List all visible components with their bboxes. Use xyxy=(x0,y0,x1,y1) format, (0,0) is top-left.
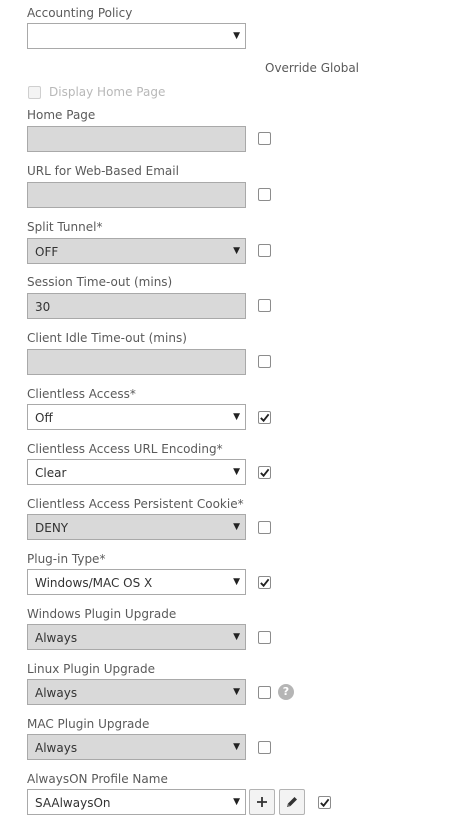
web-email-override-checkbox[interactable] xyxy=(258,188,271,201)
session-timeout-label: Session Time-out (mins) xyxy=(27,275,173,289)
display-home-page-checkbox[interactable] xyxy=(28,86,41,99)
chevron-down-icon: ▼ xyxy=(233,797,240,807)
chevron-down-icon: ▼ xyxy=(233,467,240,477)
alwayson-profile-select[interactable]: SAAlwaysOn ▼ xyxy=(27,789,246,815)
session-timeout-override-checkbox[interactable] xyxy=(258,299,271,312)
display-home-page-label: Display Home Page xyxy=(49,85,166,99)
home-page-override-checkbox[interactable] xyxy=(258,132,271,145)
alwayson-profile-override-checkbox[interactable] xyxy=(318,796,331,809)
linux-plugin-upgrade-select[interactable]: Always ▼ xyxy=(27,679,246,705)
checkmark-icon xyxy=(260,468,270,478)
web-email-label: URL for Web-Based Email xyxy=(27,164,179,178)
plus-icon xyxy=(257,797,267,807)
alwayson-profile-label: AlwaysON Profile Name xyxy=(27,772,168,786)
clientless-access-label: Clientless Access* xyxy=(27,387,136,401)
linux-plugin-upgrade-label: Linux Plugin Upgrade xyxy=(27,662,155,676)
accounting-policy-label: Accounting Policy xyxy=(27,6,133,20)
chevron-down-icon: ▼ xyxy=(233,742,240,752)
clientless-persistent-cookie-select[interactable]: DENY ▼ xyxy=(27,514,246,540)
client-idle-timeout-override-checkbox[interactable] xyxy=(258,355,271,368)
override-global-header: Override Global xyxy=(265,61,360,75)
chevron-down-icon: ▼ xyxy=(233,412,240,422)
mac-plugin-upgrade-select[interactable]: Always ▼ xyxy=(27,734,246,760)
web-email-input[interactable] xyxy=(27,182,246,208)
split-tunnel-select[interactable]: OFF ▼ xyxy=(27,238,246,264)
clientless-url-encoding-override-checkbox[interactable] xyxy=(258,466,271,479)
help-icon[interactable]: ? xyxy=(278,684,294,700)
clientless-url-encoding-label: Clientless Access URL Encoding* xyxy=(27,442,223,456)
clientless-persistent-cookie-label: Clientless Access Persistent Cookie* xyxy=(27,497,244,511)
clientless-access-select[interactable]: Off ▼ xyxy=(27,404,246,430)
pencil-icon xyxy=(287,797,297,807)
session-timeout-input[interactable]: 30 xyxy=(27,293,246,319)
chevron-down-icon: ▼ xyxy=(233,522,240,532)
windows-plugin-upgrade-value: Always xyxy=(35,631,78,645)
chevron-down-icon: ▼ xyxy=(233,31,240,41)
clientless-persistent-cookie-value: DENY xyxy=(35,521,69,535)
clientless-access-value: Off xyxy=(35,411,53,425)
plugin-type-value: Windows/MAC OS X xyxy=(35,576,153,590)
linux-plugin-upgrade-value: Always xyxy=(35,686,78,700)
clientless-url-encoding-value: Clear xyxy=(35,466,67,480)
clientless-url-encoding-select[interactable]: Clear ▼ xyxy=(27,459,246,485)
edit-profile-button[interactable] xyxy=(279,789,305,815)
client-idle-timeout-input[interactable] xyxy=(27,349,246,375)
plugin-type-label: Plug-in Type* xyxy=(27,552,106,566)
accounting-policy-select[interactable]: ▼ xyxy=(27,23,246,49)
checkmark-icon xyxy=(320,798,330,808)
chevron-down-icon: ▼ xyxy=(233,577,240,587)
windows-plugin-upgrade-override-checkbox[interactable] xyxy=(258,631,271,644)
checkmark-icon xyxy=(260,413,270,423)
windows-plugin-upgrade-label: Windows Plugin Upgrade xyxy=(27,607,177,621)
mac-plugin-upgrade-override-checkbox[interactable] xyxy=(258,741,271,754)
mac-plugin-upgrade-label: MAC Plugin Upgrade xyxy=(27,717,150,731)
windows-plugin-upgrade-select[interactable]: Always ▼ xyxy=(27,624,246,650)
client-idle-timeout-label: Client Idle Time-out (mins) xyxy=(27,331,187,345)
plugin-type-override-checkbox[interactable] xyxy=(258,576,271,589)
home-page-input[interactable] xyxy=(27,126,246,152)
add-profile-button[interactable] xyxy=(249,789,275,815)
session-timeout-value: 30 xyxy=(35,300,51,314)
chevron-down-icon: ▼ xyxy=(233,632,240,642)
checkmark-icon xyxy=(260,578,270,588)
chevron-down-icon: ▼ xyxy=(233,246,240,256)
chevron-down-icon: ▼ xyxy=(233,687,240,697)
clientless-persistent-cookie-override-checkbox[interactable] xyxy=(258,521,271,534)
linux-plugin-upgrade-override-checkbox[interactable] xyxy=(258,686,271,699)
plugin-type-select[interactable]: Windows/MAC OS X ▼ xyxy=(27,569,246,595)
mac-plugin-upgrade-value: Always xyxy=(35,741,78,755)
split-tunnel-override-checkbox[interactable] xyxy=(258,244,271,257)
split-tunnel-value: OFF xyxy=(35,245,59,259)
home-page-label: Home Page xyxy=(27,108,96,122)
alwayson-profile-value: SAAlwaysOn xyxy=(35,796,111,810)
clientless-access-override-checkbox[interactable] xyxy=(258,411,271,424)
split-tunnel-label: Split Tunnel* xyxy=(27,220,103,234)
